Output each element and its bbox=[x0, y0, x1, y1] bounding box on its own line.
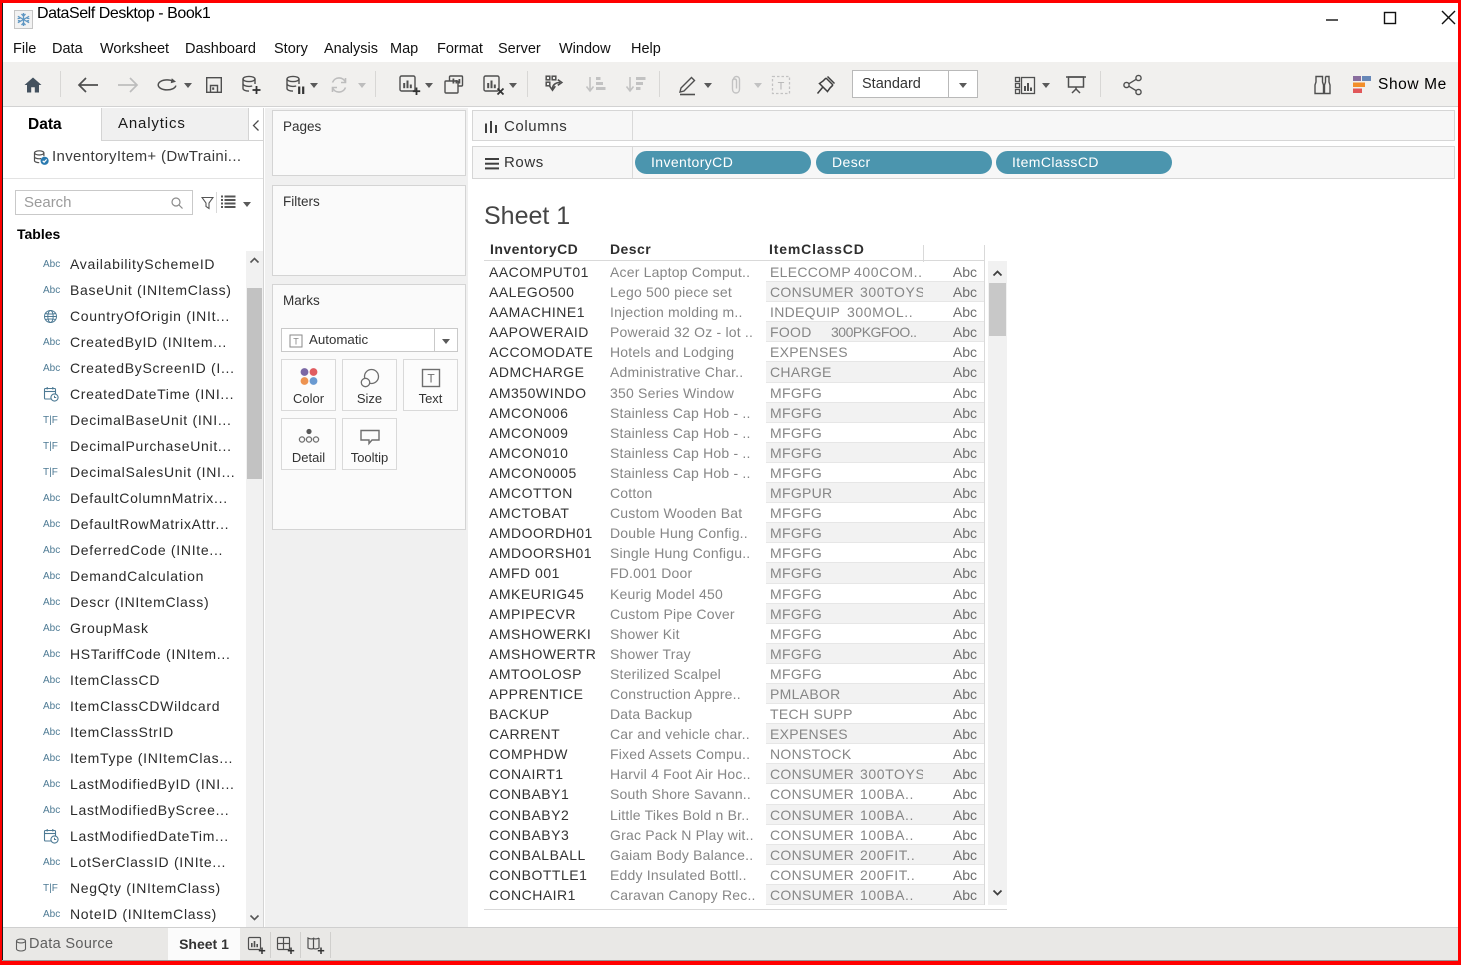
svg-text:T: T bbox=[427, 372, 435, 386]
svg-text:T: T bbox=[293, 337, 299, 347]
svg-text:T: T bbox=[778, 80, 785, 92]
